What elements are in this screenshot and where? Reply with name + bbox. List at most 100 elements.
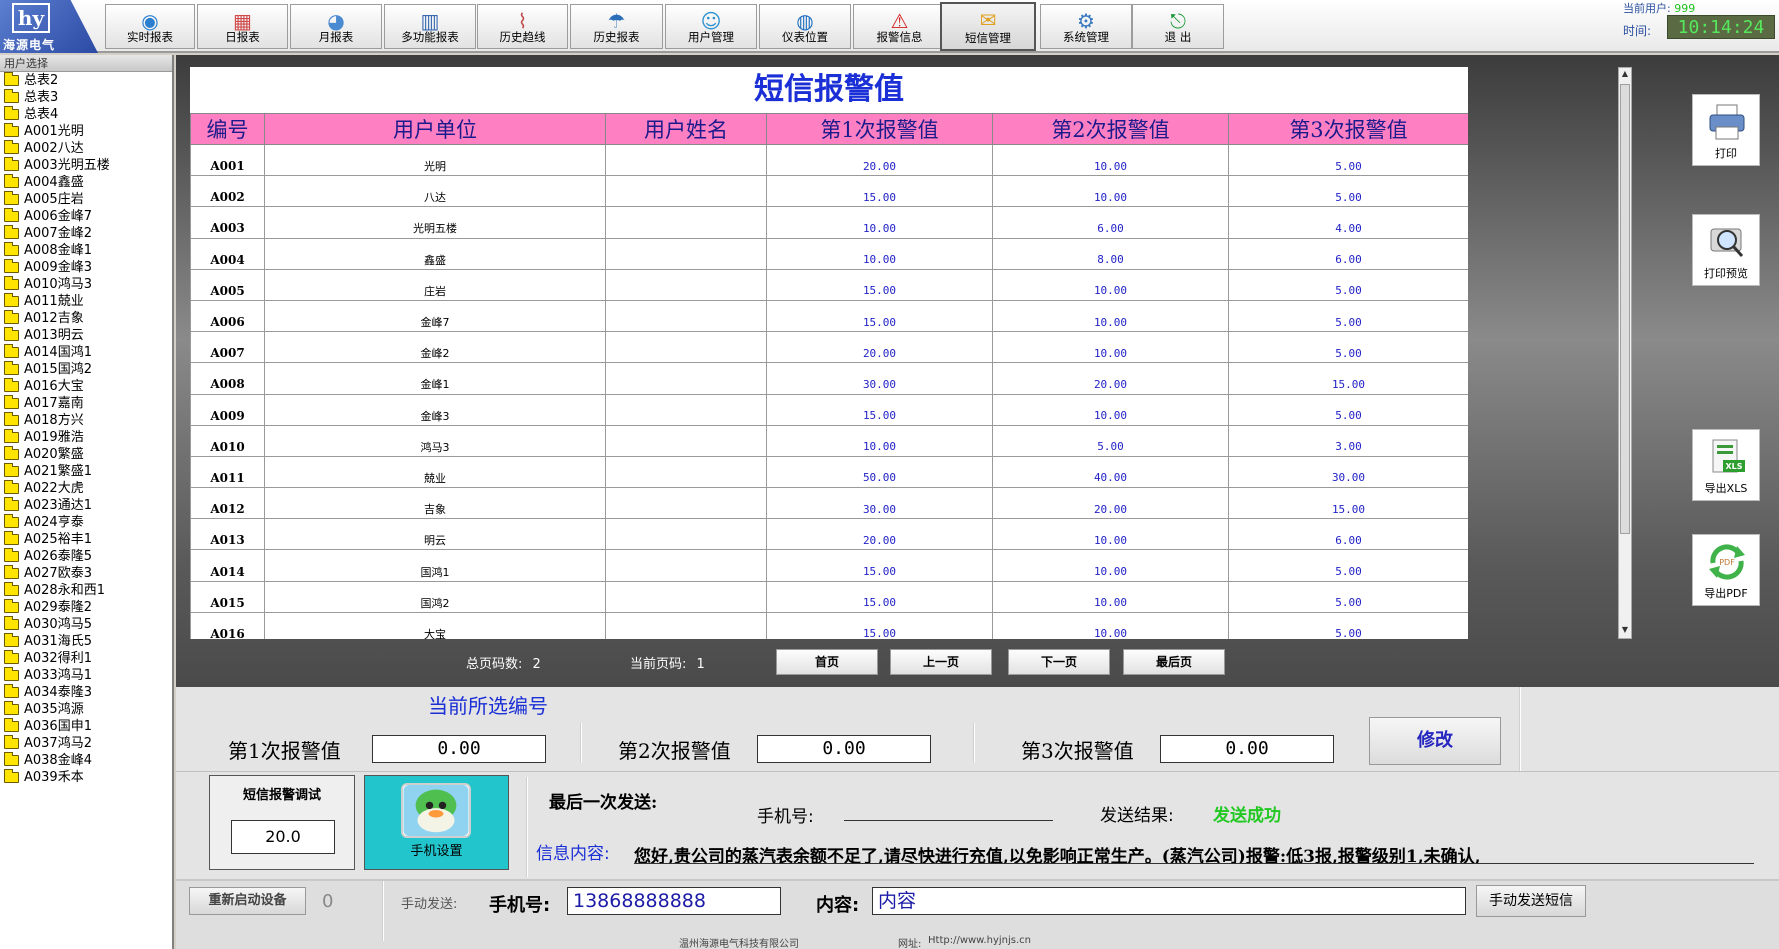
tree-item[interactable]: A018方兴 — [4, 412, 172, 429]
tree-item[interactable]: A012吉象 — [4, 310, 172, 327]
table-row[interactable]: A002 八达 15.00 10.00 5.00 — [190, 175, 1468, 208]
toolbar-alarm-button[interactable]: ⚠ 报警信息 — [853, 4, 946, 49]
tree-item[interactable]: A017嘉南 — [4, 395, 172, 412]
tree-item[interactable]: A016大宝 — [4, 378, 172, 395]
tree-item[interactable]: A037鸿马2 — [4, 735, 172, 752]
manual-phone-label: 手机号: — [489, 895, 551, 916]
print-button[interactable]: 打印 — [1692, 94, 1760, 166]
tree-item[interactable]: A006金峰7 — [4, 208, 172, 225]
tree-item[interactable]: A022大虎 — [4, 480, 172, 497]
toolbar-history-button[interactable]: ☂ 历史报表 — [570, 4, 663, 49]
export-xls-button[interactable]: XLS 导出XLS — [1692, 429, 1760, 501]
scroll-down-arrow-icon[interactable]: ▼ — [1619, 625, 1631, 637]
alarm1-input[interactable]: 0.00 — [372, 735, 546, 763]
tree-item[interactable]: A007金峰2 — [4, 225, 172, 242]
column-header[interactable]: 编号 — [190, 113, 265, 145]
column-header[interactable]: 用户姓名 — [605, 113, 767, 145]
table-row[interactable]: A010 鸿马3 10.00 5.00 3.00 — [190, 424, 1468, 457]
column-header[interactable]: 第3次报警值 — [1228, 113, 1468, 145]
tree-item[interactable]: A036国申1 — [4, 718, 172, 735]
scroll-thumb[interactable] — [1620, 84, 1630, 534]
prev-page-button[interactable]: 上一页 — [890, 649, 992, 675]
table-cell: A016 — [190, 611, 265, 639]
table-row[interactable]: A001 光明 20.00 10.00 5.00 — [190, 143, 1468, 177]
table-row[interactable]: A006 金峰7 15.00 10.00 5.00 — [190, 299, 1468, 333]
toolbar-daily-button[interactable]: ▦ 日报表 — [197, 4, 288, 49]
alarm2-input[interactable]: 0.00 — [757, 735, 931, 763]
tree-item[interactable]: A015国鸿2 — [4, 361, 172, 378]
modify-button[interactable]: 修改 — [1369, 717, 1501, 765]
toolbar-trend-button[interactable]: ⌇ 历史趋线 — [477, 4, 568, 49]
toolbar-users-button[interactable]: ☺ 用户管理 — [665, 4, 757, 49]
table-row[interactable]: A016 大宝 15.00 10.00 5.00 — [190, 611, 1468, 639]
toolbar-multi-button[interactable]: ▥ 多功能报表 — [384, 4, 476, 49]
tree-item[interactable]: A001光明 — [4, 123, 172, 140]
tree-item[interactable]: A030鸿马5 — [4, 616, 172, 633]
table-row[interactable]: A005 庄岩 15.00 10.00 5.00 — [190, 268, 1468, 301]
restart-device-button[interactable]: 重新启动设备 — [189, 887, 306, 915]
tree-item[interactable]: A031海氏5 — [4, 633, 172, 650]
last-page-button[interactable]: 最后页 — [1123, 649, 1225, 675]
tree-item[interactable]: A038金峰4 — [4, 752, 172, 769]
tree-item[interactable]: A027欧泰3 — [4, 565, 172, 582]
table-row[interactable]: A004 鑫盛 10.00 8.00 6.00 — [190, 237, 1468, 270]
toolbar-exit-button[interactable]: ⎋ 退 出 — [1132, 4, 1224, 49]
manual-content-input[interactable]: 内容 — [872, 887, 1466, 915]
table-row[interactable]: A003 光明五楼 10.00 6.00 4.00 — [190, 206, 1468, 239]
table-row[interactable]: A008 金峰1 30.00 20.00 15.00 — [190, 362, 1468, 395]
column-header[interactable]: 第1次报警值 — [766, 113, 993, 145]
tree-item[interactable]: A011兢业 — [4, 293, 172, 310]
manual-phone-input[interactable]: 13868888888 — [567, 887, 781, 915]
tree-item[interactable]: A010鸿马3 — [4, 276, 172, 293]
table-row[interactable]: A014 国鸿1 15.00 10.00 5.00 — [190, 549, 1468, 582]
tree-item[interactable]: A019雅浩 — [4, 429, 172, 446]
tree-item[interactable]: A013明云 — [4, 327, 172, 344]
manual-send-sms-button[interactable]: 手动发送短信 — [1476, 885, 1586, 917]
table-row[interactable]: A012 吉象 30.00 20.00 15.00 — [190, 487, 1468, 520]
toolbar-realtime-button[interactable]: ◉ 实时报表 — [105, 4, 195, 49]
tree-item[interactable]: A021繁盛1 — [4, 463, 172, 480]
tree-item[interactable]: A039禾本 — [4, 769, 172, 786]
export-pdf-button[interactable]: PDF 导出PDF — [1692, 534, 1760, 606]
tree-item[interactable]: A020繁盛 — [4, 446, 172, 463]
tree-item[interactable]: A032得利1 — [4, 650, 172, 667]
toolbar-monthly-button[interactable]: ◕ 月报表 — [290, 4, 382, 49]
tree-item[interactable]: A025裕丰1 — [4, 531, 172, 548]
print-preview-button[interactable]: 打印预览 — [1692, 214, 1760, 286]
table-row[interactable]: A015 国鸿2 15.00 10.00 5.00 — [190, 580, 1468, 613]
phone-settings-button[interactable]: 手机设置 — [364, 775, 509, 870]
toolbar-meters-button[interactable]: ◍ 仪表位置 — [759, 4, 851, 49]
tree-item[interactable]: A009金峰3 — [4, 259, 172, 276]
tree-item[interactable]: A033鸿马1 — [4, 667, 172, 684]
table-row[interactable]: A011 兢业 50.00 40.00 30.00 — [190, 455, 1468, 489]
tree-item[interactable]: A029泰隆2 — [4, 599, 172, 616]
table-row[interactable]: A007 金峰2 20.00 10.00 5.00 — [190, 331, 1468, 364]
tree-item[interactable]: 总表4 — [4, 106, 172, 123]
tree-item[interactable]: A026泰隆5 — [4, 548, 172, 565]
tree-item[interactable]: 总表3 — [4, 89, 172, 106]
tree-item[interactable]: 总表2 — [4, 72, 172, 89]
tree-item[interactable]: A035鸿源 — [4, 701, 172, 718]
tree-item[interactable]: A005庄岩 — [4, 191, 172, 208]
tree-item[interactable]: A028永和西1 — [4, 582, 172, 599]
column-header[interactable]: 第2次报警值 — [992, 113, 1229, 145]
tree-item[interactable]: A014国鸿1 — [4, 344, 172, 361]
tree-item[interactable]: A004鑫盛 — [4, 174, 172, 191]
column-header[interactable]: 用户单位 — [264, 113, 606, 145]
tree-item[interactable]: A002八达 — [4, 140, 172, 157]
tree-item[interactable]: A008金峰1 — [4, 242, 172, 259]
tree-item[interactable]: A024亨泰 — [4, 514, 172, 531]
toolbar-system-button[interactable]: ⚙ 系统管理 — [1040, 4, 1132, 49]
tree-item[interactable]: A003光明五楼 — [4, 157, 172, 174]
table-row[interactable]: A013 明云 20.00 10.00 6.00 — [190, 518, 1468, 551]
tree-item[interactable]: A023通达1 — [4, 497, 172, 514]
alarm3-input[interactable]: 0.00 — [1160, 735, 1334, 763]
report-scrollbar[interactable]: ▲ ▼ — [1618, 67, 1632, 639]
tree-item[interactable]: A034泰隆3 — [4, 684, 172, 701]
scroll-up-arrow-icon[interactable]: ▲ — [1619, 69, 1631, 81]
first-page-button[interactable]: 首页 — [776, 649, 878, 675]
sms-test-value-input[interactable]: 20.0 — [231, 820, 335, 854]
table-row[interactable]: A009 金峰3 15.00 10.00 5.00 — [190, 393, 1468, 426]
next-page-button[interactable]: 下一页 — [1008, 649, 1110, 675]
toolbar-sms-button[interactable]: ✉ 短信管理 — [940, 2, 1036, 51]
